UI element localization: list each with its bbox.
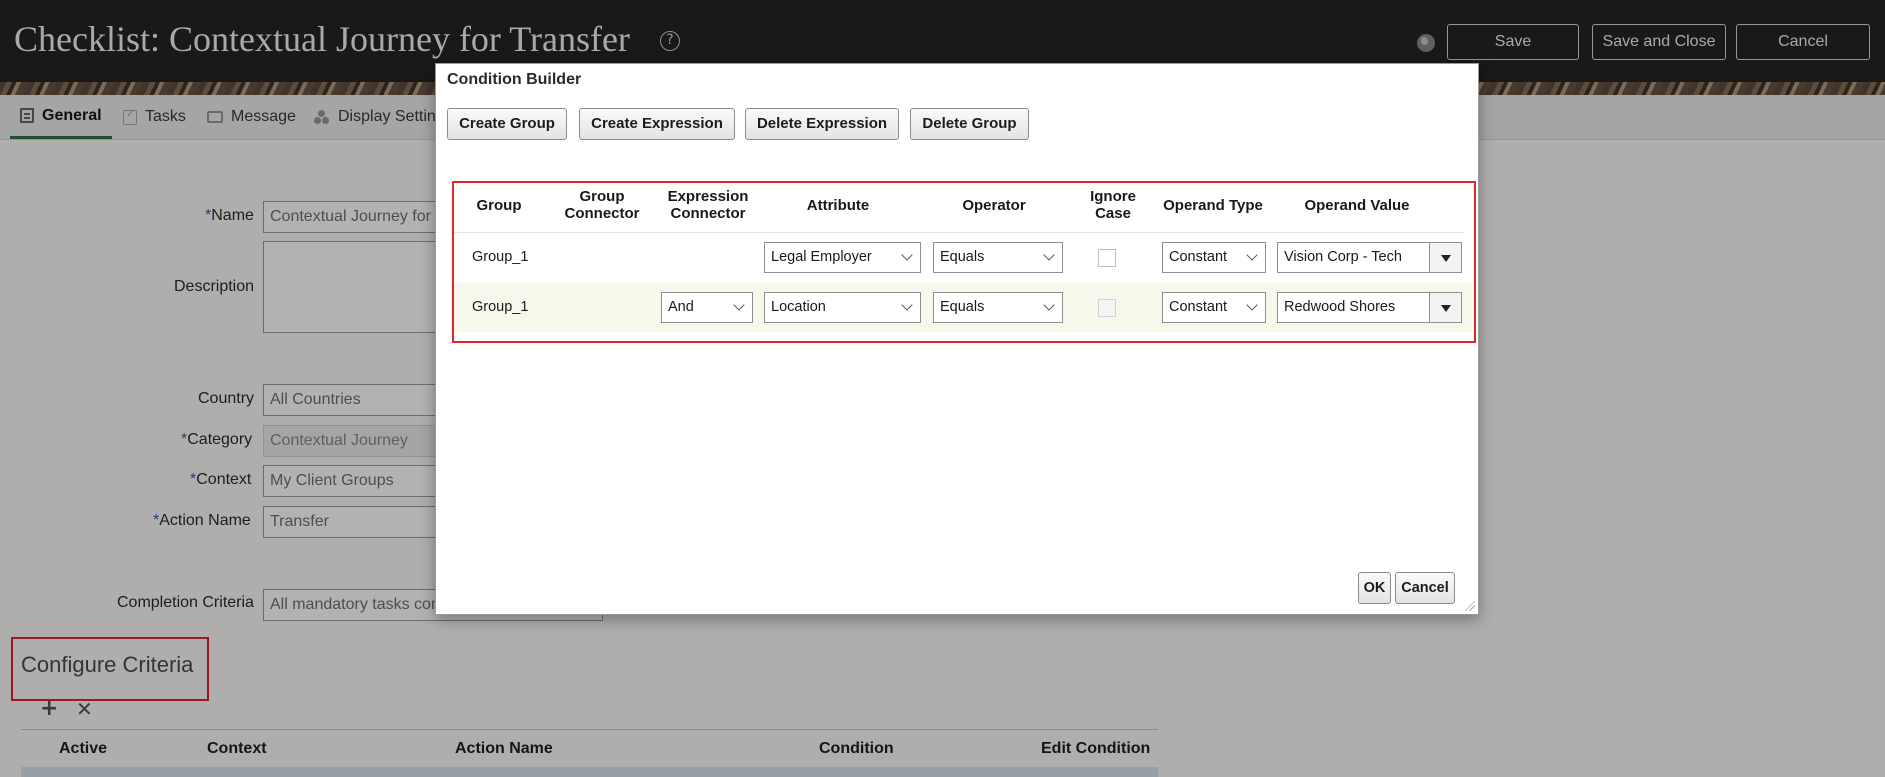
- row2-ignore-case-checkbox[interactable]: [1098, 299, 1116, 317]
- column-operand-value: Operand Value: [1304, 197, 1410, 214]
- column-group-connector: Group Connector: [564, 188, 640, 222]
- chevron-down-icon: [901, 249, 913, 261]
- chevron-down-icon: [1246, 299, 1258, 311]
- column-ignore-case: Ignore Case: [1090, 188, 1136, 222]
- chevron-down-icon: [1246, 249, 1258, 261]
- row1-ignore-case-checkbox[interactable]: [1098, 249, 1116, 267]
- create-expression-button[interactable]: Create Expression: [579, 108, 735, 140]
- row1-operand-type-select[interactable]: Constant: [1162, 242, 1266, 273]
- grid-header-divider: [454, 232, 1464, 233]
- dropdown-arrow-icon[interactable]: [1429, 243, 1461, 272]
- ok-button[interactable]: OK: [1358, 572, 1391, 604]
- dropdown-arrow-icon[interactable]: [1429, 293, 1461, 322]
- row1-operand-value-field[interactable]: Vision Corp - Tech: [1277, 242, 1462, 273]
- row1-operator-select[interactable]: Equals: [933, 242, 1063, 273]
- row1-group: Group_1: [472, 249, 529, 265]
- row2-attribute-select[interactable]: Location: [764, 292, 921, 323]
- chevron-down-icon: [1043, 299, 1055, 311]
- row2-expression-connector-select[interactable]: And: [661, 292, 753, 323]
- column-attribute: Attribute: [806, 197, 870, 214]
- row2-operand-value-field[interactable]: Redwood Shores: [1277, 292, 1462, 323]
- chevron-down-icon: [733, 299, 745, 311]
- create-group-button[interactable]: Create Group: [447, 108, 567, 140]
- row2-operator-select[interactable]: Equals: [933, 292, 1063, 323]
- resize-handle-icon[interactable]: [1465, 601, 1475, 611]
- column-operator: Operator: [962, 197, 1026, 214]
- delete-expression-button[interactable]: Delete Expression: [745, 108, 899, 140]
- delete-group-button[interactable]: Delete Group: [910, 108, 1029, 140]
- chevron-down-icon: [901, 299, 913, 311]
- chevron-down-icon: [1043, 249, 1055, 261]
- dialog-cancel-button[interactable]: Cancel: [1395, 572, 1455, 604]
- row2-operand-type-select[interactable]: Constant: [1162, 292, 1266, 323]
- dialog-title: Condition Builder: [447, 71, 582, 88]
- condition-builder-dialog: Condition Builder Create Group Create Ex…: [435, 63, 1479, 615]
- column-operand-type: Operand Type: [1163, 197, 1263, 214]
- row2-group: Group_1: [472, 299, 529, 315]
- column-expression-connector: Expression Connector: [667, 188, 749, 222]
- row1-attribute-select[interactable]: Legal Employer: [764, 242, 921, 273]
- column-group: Group: [476, 197, 522, 214]
